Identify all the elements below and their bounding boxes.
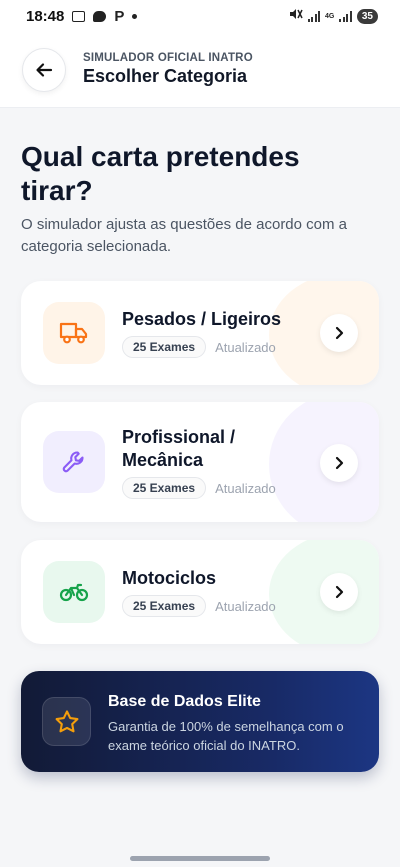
signal-icon-2 (339, 10, 352, 22)
chevron-right-icon (335, 585, 344, 599)
card-icon-box (43, 431, 105, 493)
category-card-profissional[interactable]: Profissional / Mecânica 25 Exames Atuali… (21, 402, 379, 522)
chevron-right-icon (335, 456, 344, 470)
mute-icon (289, 7, 303, 25)
message-icon (93, 10, 107, 22)
open-category-button[interactable] (320, 573, 358, 611)
exam-count-badge: 25 Exames (122, 477, 207, 499)
arrow-left-icon (36, 62, 53, 77)
exam-count-badge: 25 Exames (122, 595, 207, 617)
chevron-right-icon (335, 326, 344, 340)
back-button[interactable] (22, 47, 66, 92)
home-indicator[interactable] (130, 856, 270, 861)
truck-icon (59, 322, 88, 344)
signal-icon (307, 10, 321, 22)
card-title: Pesados / Ligeiros (122, 309, 282, 329)
open-category-button[interactable] (320, 444, 358, 482)
notification-dot-icon (132, 13, 138, 19)
category-card-pesados[interactable]: Pesados / Ligeiros 25 Exames Atualizado (21, 281, 379, 385)
card-title: Profissional / Mecânica (122, 427, 236, 470)
bike-icon (59, 583, 89, 602)
parking-app-icon: P (114, 7, 125, 25)
status-bar: 18:48 P 4G 35 (0, 0, 400, 32)
app-header: SIMULADOR OFICIAL INATRO Escolher Catego… (0, 32, 400, 108)
wrench-icon (62, 451, 84, 473)
elite-description: Garantia de 100% de semelhança com o exa… (108, 719, 344, 753)
page-title: Escolher Categoria (83, 66, 248, 86)
status-label: Atualizado (215, 598, 276, 614)
battery-indicator: 35 (356, 8, 378, 24)
star-icon (55, 709, 78, 732)
intro-description: O simulador ajusta as questões de acordo… (21, 216, 348, 255)
status-label: Atualizado (215, 480, 276, 496)
elite-title: Base de Dados Elite (108, 693, 261, 710)
intro-title: Qual carta pretendes tirar? (21, 141, 300, 206)
card-icon-box (43, 302, 105, 364)
status-time: 18:48 (26, 7, 65, 25)
screen-record-icon (72, 10, 86, 22)
exam-count-badge: 25 Exames (122, 336, 207, 358)
network-type-icon: 4G (325, 12, 335, 20)
open-category-button[interactable] (320, 314, 358, 352)
elite-icon-box (42, 697, 91, 746)
card-title: Motociclos (122, 568, 217, 588)
card-icon-box (43, 561, 105, 623)
elite-database-banner: Base de Dados Elite Garantia de 100% de … (21, 671, 379, 772)
header-subtitle: SIMULADOR OFICIAL INATRO (83, 52, 253, 64)
status-label: Atualizado (215, 339, 276, 355)
category-card-motociclos[interactable]: Motociclos 25 Exames Atualizado (21, 540, 379, 644)
